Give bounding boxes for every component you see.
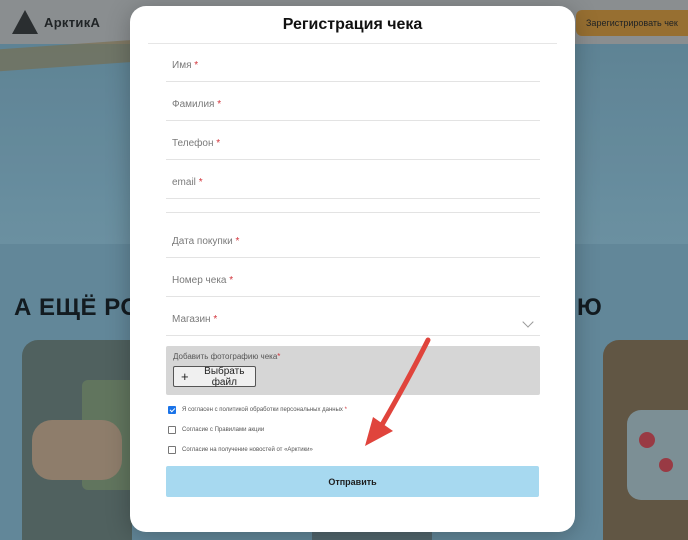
receipt-number-input[interactable] xyxy=(166,275,540,296)
receipt-number-field[interactable]: Номер чека * xyxy=(166,275,540,297)
email-input[interactable] xyxy=(166,177,540,198)
email-underline-extra xyxy=(166,199,540,213)
purchase-date-input[interactable] xyxy=(166,236,540,257)
phone-input[interactable] xyxy=(166,138,540,159)
email-field[interactable]: email * xyxy=(166,177,540,199)
consent-rules-label: Согласие с Правилами акции xyxy=(182,427,265,433)
upload-label: Добавить фотографию чека* xyxy=(173,352,281,361)
submit-button[interactable]: Отправить xyxy=(166,466,539,497)
consent-privacy-checkbox[interactable] xyxy=(168,406,176,414)
modal-title: Регистрация чека xyxy=(282,16,423,33)
receipt-registration-modal: Регистрация чека Имя * Фамилия * Телефон… xyxy=(130,6,575,532)
consent-news-label: Согласие на получение новостей от «Аркти… xyxy=(182,447,313,453)
consent-rules-checkbox[interactable] xyxy=(168,426,176,434)
first-name-field[interactable]: Имя * xyxy=(166,60,540,82)
consent-rules-row[interactable]: Согласие с Правилами акции xyxy=(168,426,264,434)
consent-news-checkbox[interactable] xyxy=(168,446,176,454)
field-label: Магазин * xyxy=(172,314,218,325)
consent-privacy-label: Я согласен с политикой обработки персона… xyxy=(182,407,347,413)
first-name-input[interactable] xyxy=(166,60,540,81)
consent-news-row[interactable]: Согласие на получение новостей от «Аркти… xyxy=(168,446,313,454)
store-select[interactable]: Магазин * xyxy=(166,314,540,336)
chevron-down-icon[interactable] xyxy=(522,316,534,328)
title-divider xyxy=(148,43,557,44)
purchase-date-field[interactable]: Дата покупки * xyxy=(166,236,540,258)
phone-field[interactable]: Телефон * xyxy=(166,138,540,160)
last-name-input[interactable] xyxy=(166,99,540,120)
last-name-field[interactable]: Фамилия * xyxy=(166,99,540,121)
receipt-photo-upload: Добавить фотографию чека* + Выбрать файл xyxy=(166,346,540,395)
choose-file-button[interactable]: + Выбрать файл xyxy=(173,365,256,388)
plus-icon: + xyxy=(181,369,189,384)
choose-file-label: Выбрать файл xyxy=(204,365,245,388)
consent-privacy-row[interactable]: Я согласен с политикой обработки персона… xyxy=(168,406,347,414)
